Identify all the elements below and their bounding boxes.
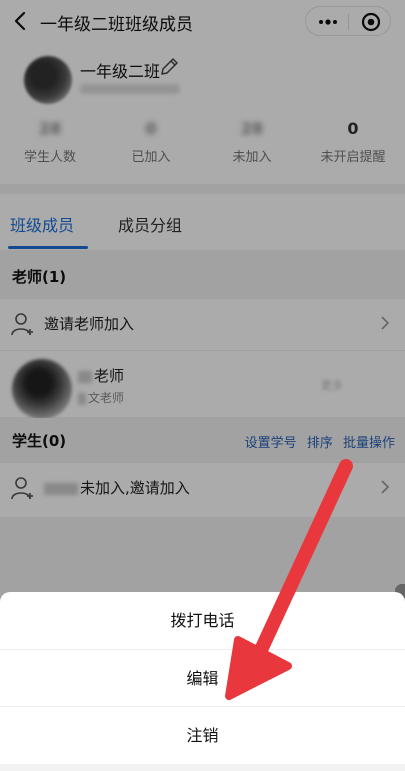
sheet-bottom-spacer [0, 764, 405, 771]
page: 一年级二班班级成员 一年级二班 28 学生人数 0 已加入 28 未加入 0 未… [0, 0, 405, 771]
edit-option[interactable]: 编辑 [0, 650, 405, 707]
call-phone-option[interactable]: 拨打电话 [0, 592, 405, 649]
deregister-option[interactable]: 注销 [0, 707, 405, 764]
action-sheet: 拨打电话 编辑 注销 [0, 592, 405, 771]
